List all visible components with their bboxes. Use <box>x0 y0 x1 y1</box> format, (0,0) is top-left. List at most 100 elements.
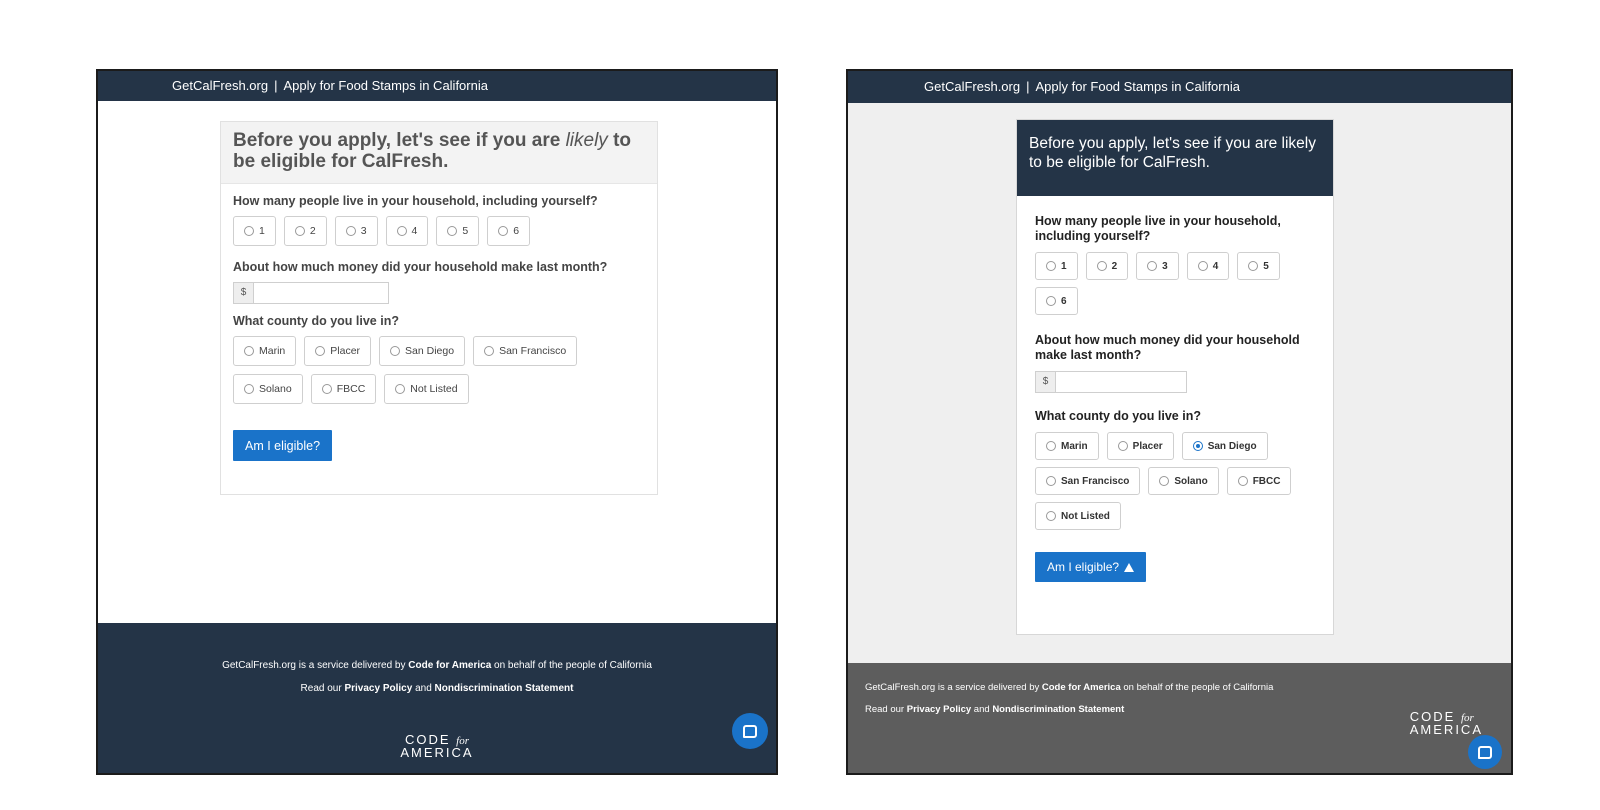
household-options: 1 2 3 4 5 6 <box>1035 252 1297 315</box>
code-for-america-logo[interactable]: CODE for AMERICA <box>1410 710 1483 736</box>
county-option-san-francisco[interactable]: San Francisco <box>473 336 578 366</box>
footer: GetCalFresh.org is a service delivered b… <box>848 663 1511 773</box>
code-for-america-link[interactable]: Code for America <box>408 660 491 671</box>
radio-icon[interactable] <box>484 346 495 356</box>
privacy-policy-link[interactable]: Privacy Policy <box>907 704 971 715</box>
card-title: Before you apply, let's see if you are l… <box>1029 135 1316 171</box>
card-body: How many people live in your household, … <box>1017 196 1333 600</box>
county-option-fbcc[interactable]: FBCC <box>1226 467 1292 495</box>
radio-icon[interactable] <box>244 226 254 236</box>
top-bar: GetCalFresh.org | Apply for Food Stamps in… <box>848 71 1511 103</box>
radio-icon[interactable] <box>1046 296 1056 306</box>
radio-icon[interactable] <box>1117 441 1128 451</box>
radio-icon[interactable] <box>1147 261 1158 271</box>
household-option-1[interactable]: 1 <box>233 216 276 246</box>
footer-text: on behalf of the people of California <box>491 660 652 671</box>
radio-icon[interactable] <box>396 226 407 236</box>
footer-text: and <box>412 683 435 694</box>
county-option-label: San Diego <box>405 345 455 357</box>
radio-icon[interactable] <box>1046 441 1056 451</box>
code-for-america-logo[interactable]: CODE for AMERICA <box>98 733 776 759</box>
code-for-america-link[interactable]: Code for America <box>1042 682 1121 693</box>
nondiscrimination-link[interactable]: Nondiscrimination Statement <box>435 683 574 694</box>
site-link[interactable]: GetCalFresh.org <box>172 78 268 93</box>
household-option-label: 6 <box>1061 295 1067 307</box>
radio-icon[interactable] <box>1192 441 1203 451</box>
site-tagline: Apply for Food Stamps in California <box>283 78 488 93</box>
radio-icon[interactable] <box>294 226 305 236</box>
county-option-marin[interactable]: Marin <box>1035 432 1099 460</box>
radio-icon[interactable] <box>1248 261 1259 271</box>
household-option-1[interactable]: 1 <box>1035 252 1078 280</box>
radio-icon[interactable] <box>1159 476 1170 486</box>
currency-addon: $ <box>1035 371 1055 393</box>
county-option-label: Solano <box>1174 475 1208 487</box>
radio-icon[interactable] <box>1046 511 1056 521</box>
household-option-5[interactable]: 5 <box>1237 252 1280 280</box>
household-option-5[interactable]: 5 <box>436 216 480 246</box>
footer-policy-line: Read our Privacy Policy and Nondiscrimin… <box>98 683 776 694</box>
radio-icon[interactable] <box>390 346 401 356</box>
household-option-label: 6 <box>513 225 520 237</box>
county-option-san-diego[interactable]: San Diego <box>1181 432 1268 460</box>
radio-icon[interactable] <box>1096 261 1107 271</box>
radio-icon[interactable] <box>447 226 458 236</box>
card-header: Before you apply, let's see if you are l… <box>1017 120 1333 196</box>
radio-icon[interactable] <box>498 226 509 236</box>
card-title: Before you apply, let's see if you are l… <box>233 130 645 172</box>
household-option-label: 5 <box>1263 260 1269 272</box>
household-option-2[interactable]: 2 <box>283 216 327 246</box>
eligibility-card: Before you apply, let's see if you are l… <box>220 121 658 495</box>
footer-text: Read our <box>865 704 907 715</box>
county-option-label: FBCC <box>336 383 366 395</box>
site-link[interactable]: GetCalFresh.org <box>924 79 1020 94</box>
county-option-marin[interactable]: Marin <box>233 336 297 366</box>
county-option-label: Marin <box>1061 440 1088 452</box>
household-option-2[interactable]: 2 <box>1085 252 1129 280</box>
chat-icon[interactable] <box>732 713 768 749</box>
household-option-6[interactable]: 6 <box>1035 287 1078 315</box>
privacy-policy-link[interactable]: Privacy Policy <box>344 683 412 694</box>
radio-icon[interactable] <box>1197 261 1208 271</box>
radio-icon[interactable] <box>1237 476 1248 486</box>
county-option-solano[interactable]: Solano <box>233 374 303 404</box>
income-input[interactable] <box>253 282 389 304</box>
county-option-label: San Francisco <box>499 345 567 357</box>
eligibility-submit-button[interactable]: Am I eligible? <box>1035 552 1147 582</box>
county-option-san-diego[interactable]: San Diego <box>379 336 466 366</box>
radio-icon[interactable] <box>315 346 326 356</box>
household-option-3[interactable]: 3 <box>334 216 378 246</box>
county-option-placer[interactable]: Placer <box>1106 432 1174 460</box>
radio-icon[interactable] <box>244 346 254 356</box>
radio-icon[interactable] <box>1046 261 1056 271</box>
radio-icon[interactable] <box>395 384 406 394</box>
county-option-label: FBCC <box>1252 475 1281 487</box>
radio-icon[interactable] <box>244 384 254 394</box>
household-option-4[interactable]: 4 <box>385 216 429 246</box>
footer-text: GetCalFresh.org is a service delivered b… <box>222 660 409 671</box>
eligibility-submit-button[interactable]: Am I eligible? <box>233 430 333 461</box>
nondiscrimination-link[interactable]: Nondiscrimination Statement <box>992 704 1124 715</box>
radio-icon[interactable] <box>321 384 332 394</box>
household-option-label: 2 <box>309 225 316 237</box>
footer-service-line: GetCalFresh.org is a service delivered b… <box>98 660 776 671</box>
radio-icon[interactable] <box>345 226 356 236</box>
county-option-placer[interactable]: Placer <box>304 336 372 366</box>
chat-icon[interactable] <box>1468 735 1502 769</box>
household-option-3[interactable]: 3 <box>1136 252 1179 280</box>
footer: GetCalFresh.org is a service delivered b… <box>98 623 776 773</box>
county-option-solano[interactable]: Solano <box>1148 467 1219 495</box>
county-option-san-francisco[interactable]: San Francisco <box>1035 467 1141 495</box>
county-option-label: Not Listed <box>1061 510 1110 522</box>
household-option-4[interactable]: 4 <box>1186 252 1230 280</box>
household-option-6[interactable]: 6 <box>487 216 531 246</box>
radio-icon[interactable] <box>1046 476 1056 486</box>
income-input[interactable] <box>1055 371 1187 393</box>
county-option-label: San Diego <box>1207 440 1257 452</box>
county-option-label: Placer <box>1132 440 1163 452</box>
chat-bubble-icon <box>743 724 757 738</box>
county-option-fbcc[interactable]: FBCC <box>310 374 377 404</box>
county-option-not-listed[interactable]: Not Listed <box>1035 502 1121 530</box>
household-option-label: 4 <box>411 225 418 237</box>
county-option-not-listed[interactable]: Not Listed <box>384 374 469 404</box>
